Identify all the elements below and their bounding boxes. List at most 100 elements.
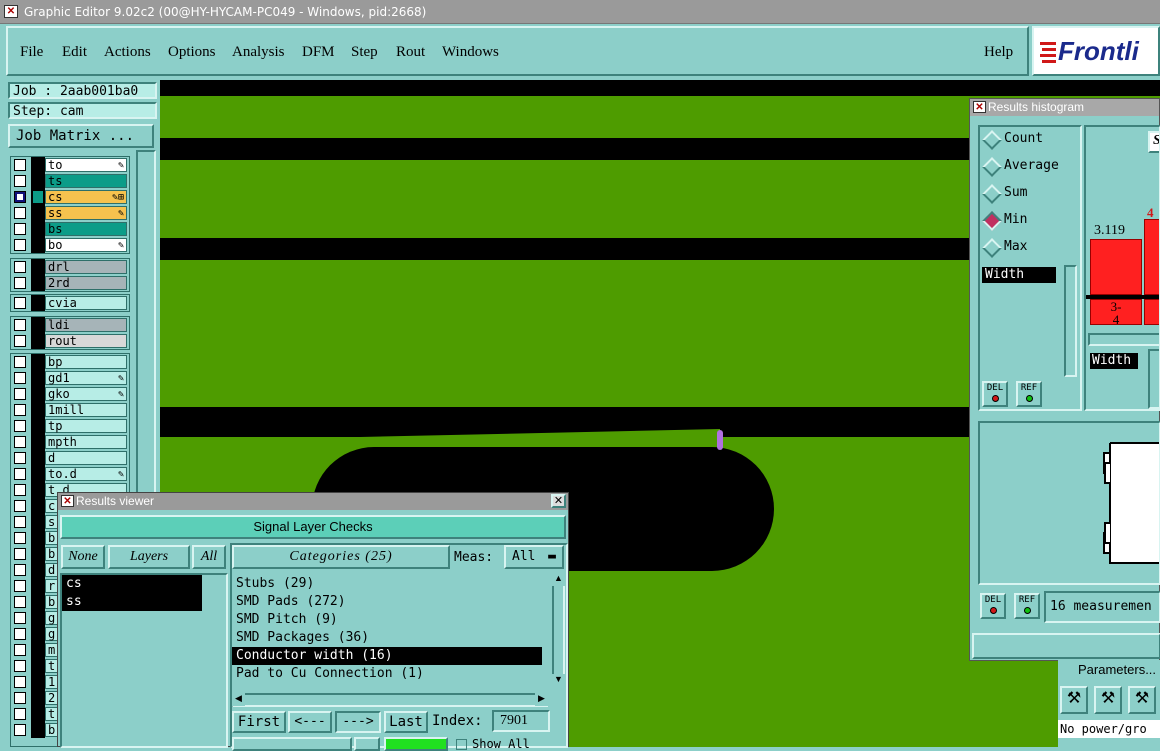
layer-row[interactable]: ts: [11, 173, 129, 189]
mode-count-radio[interactable]: Count: [982, 129, 1082, 149]
layer-checkbox[interactable]: [14, 372, 26, 384]
list-item[interactable]: SMD Pads (272): [232, 593, 552, 611]
ref-button[interactable]: REF: [1016, 381, 1042, 407]
del-button-2[interactable]: DEL: [980, 593, 1006, 619]
layer-row[interactable]: to.d ✎: [11, 466, 129, 482]
list-item-selected[interactable]: Conductor width (16): [232, 647, 542, 665]
layer-checkbox[interactable]: [14, 724, 26, 736]
layer-checkbox[interactable]: [14, 239, 26, 251]
layer-row[interactable]: gko ✎: [11, 386, 129, 402]
close-icon[interactable]: ✕: [551, 494, 566, 508]
category-list[interactable]: Stubs (29) SMD Pads (272) SMD Pitch (9) …: [232, 575, 552, 685]
run-action-icon[interactable]: ⚒: [1128, 686, 1156, 714]
layer-checkbox[interactable]: [14, 660, 26, 672]
layer-checkbox[interactable]: [14, 532, 26, 544]
none-button[interactable]: None: [61, 545, 105, 569]
mode-max-radio[interactable]: Max: [982, 237, 1082, 257]
layer-row[interactable]: cvia: [11, 295, 129, 311]
layer-checkbox[interactable]: [14, 484, 26, 496]
list-item[interactable]: Pad to Cu Connection (1): [232, 665, 552, 683]
menu-analysis[interactable]: Analysis: [232, 44, 285, 61]
layer-checkbox[interactable]: [14, 548, 26, 560]
menu-file[interactable]: File: [20, 44, 43, 61]
layer-checkbox[interactable]: [14, 404, 26, 416]
layer-checkbox[interactable]: [14, 612, 26, 624]
list-item[interactable]: ss: [62, 593, 202, 611]
last-button[interactable]: Last: [384, 711, 428, 733]
layer-row[interactable]: drl: [11, 259, 129, 275]
metric2-selected[interactable]: Width: [1090, 353, 1138, 369]
layer-row[interactable]: 2rd: [11, 275, 129, 291]
layer-checkbox[interactable]: [14, 580, 26, 592]
category-scrollbar[interactable]: ▲ ▼: [552, 573, 565, 687]
menu-dfm[interactable]: DFM: [302, 44, 335, 61]
mode-sum-radio[interactable]: Sum: [982, 183, 1082, 203]
layer-row[interactable]: d: [11, 450, 129, 466]
layer-checkbox[interactable]: [14, 356, 26, 368]
job-matrix-button[interactable]: Job Matrix ...: [8, 124, 154, 148]
category-hscrollbar[interactable]: ◀ ▶: [232, 693, 548, 707]
histogram-bar[interactable]: [1090, 239, 1142, 295]
layer-checkbox[interactable]: [14, 628, 26, 640]
list-item[interactable]: Stubs (29): [232, 575, 552, 593]
next-button[interactable]: --->: [335, 711, 381, 733]
layer-checkbox[interactable]: [14, 452, 26, 464]
menu-options[interactable]: Options: [168, 44, 216, 61]
histogram-hscrollbar[interactable]: [1088, 333, 1159, 346]
menu-rout[interactable]: Rout: [396, 44, 425, 61]
layer-checkbox[interactable]: [14, 468, 26, 480]
action-button[interactable]: [232, 737, 352, 751]
layer-row[interactable]: bp: [11, 354, 129, 370]
prev-button[interactable]: <---: [288, 711, 332, 733]
layer-checkbox[interactable]: [14, 676, 26, 688]
layer-checkbox[interactable]: [14, 277, 26, 289]
layer-row[interactable]: ldi: [11, 317, 129, 333]
menu-edit[interactable]: Edit: [62, 44, 87, 61]
first-button[interactable]: First: [232, 711, 286, 733]
menu-help[interactable]: Help: [984, 44, 1013, 61]
metric-scrollbar[interactable]: [1064, 265, 1077, 377]
layer-checkbox[interactable]: [14, 436, 26, 448]
layer-checkbox[interactable]: [14, 223, 26, 235]
layer-row[interactable]: to ✎: [11, 157, 129, 173]
layer-checkbox[interactable]: [14, 564, 26, 576]
layer-list-scrollbar[interactable]: [212, 575, 225, 746]
list-item[interactable]: SMD Packages (36): [232, 629, 552, 647]
menu-step[interactable]: Step: [351, 44, 378, 61]
layer-row[interactable]: 1mill: [11, 402, 129, 418]
run-action-icon[interactable]: ⚒: [1060, 686, 1088, 714]
menu-windows[interactable]: Windows: [442, 44, 499, 61]
layer-checkbox[interactable]: [14, 692, 26, 704]
layer-row[interactable]: bs: [11, 221, 129, 237]
layer-checkbox[interactable]: [14, 516, 26, 528]
all-button[interactable]: All: [192, 545, 226, 569]
layer-checkbox[interactable]: [14, 297, 26, 309]
ref-button-2[interactable]: REF: [1014, 593, 1040, 619]
layer-row[interactable]: gd1 ✎: [11, 370, 129, 386]
layer-row[interactable]: mpth: [11, 434, 129, 450]
layer-checkbox[interactable]: [14, 644, 26, 656]
layer-checkbox[interactable]: [14, 596, 26, 608]
s-button[interactable]: S: [1148, 131, 1159, 153]
layer-checkbox[interactable]: [14, 261, 26, 273]
layer-checkbox[interactable]: [14, 159, 26, 171]
list-item[interactable]: cs: [62, 575, 202, 593]
layer-checkbox[interactable]: [14, 420, 26, 432]
meas-select[interactable]: All ▬: [504, 545, 564, 569]
layer-result-list[interactable]: cs ss: [60, 573, 228, 748]
layer-row[interactable]: cs ✎⊞: [11, 189, 129, 205]
menu-actions[interactable]: Actions: [104, 44, 151, 61]
layers-button[interactable]: Layers: [108, 545, 190, 569]
categories-button[interactable]: Categories (25): [232, 545, 450, 569]
layer-checkbox[interactable]: [14, 319, 26, 331]
layer-checkbox[interactable]: [14, 207, 26, 219]
metric2-scrollbar[interactable]: [1148, 349, 1159, 409]
layer-row[interactable]: bo ✎: [11, 237, 129, 253]
list-item[interactable]: SMD Pitch (9): [232, 611, 552, 629]
layer-checkbox[interactable]: [14, 191, 26, 203]
layer-row[interactable]: rout: [11, 333, 129, 349]
layer-checkbox[interactable]: [14, 708, 26, 720]
mode-average-radio[interactable]: Average: [982, 156, 1082, 176]
layer-row[interactable]: tp: [11, 418, 129, 434]
layer-checkbox[interactable]: [14, 335, 26, 347]
